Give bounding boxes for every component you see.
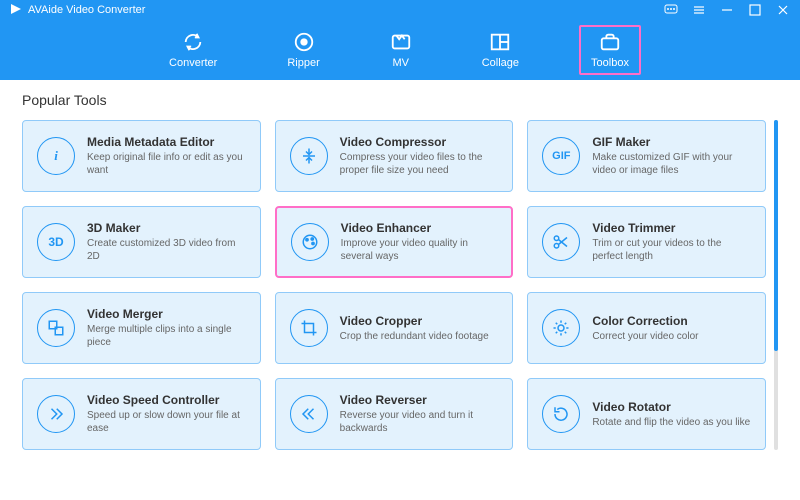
app-logo-icon (10, 3, 22, 18)
tool-card-video-merger[interactable]: Video Merger Merge multiple clips into a … (22, 292, 261, 364)
tab-label: Ripper (287, 57, 319, 69)
compress-icon (290, 137, 328, 175)
tool-desc: Reverse your video and turn it backwards (340, 409, 499, 435)
scrollbar[interactable] (774, 120, 778, 450)
tool-title: Video Trimmer (592, 221, 751, 235)
tool-card-video-enhancer[interactable]: Video Enhancer Improve your video quality… (275, 206, 514, 278)
tab-converter[interactable]: Converter (159, 27, 227, 73)
tool-title: Video Merger (87, 307, 246, 321)
tool-desc: Trim or cut your videos to the perfect l… (592, 237, 751, 263)
tool-desc: Improve your video quality in several wa… (341, 237, 498, 263)
tool-title: Color Correction (592, 314, 751, 328)
tool-title: 3D Maker (87, 221, 246, 235)
tab-collage[interactable]: Collage (472, 27, 529, 73)
minimize-icon[interactable] (720, 3, 734, 17)
tool-card-media-metadata-editor[interactable]: i Media Metadata Editor Keep original file… (22, 120, 261, 192)
tab-label: Collage (482, 57, 519, 69)
scissors-icon (542, 223, 580, 261)
feedback-icon[interactable] (664, 3, 678, 17)
tool-desc: Crop the redundant video footage (340, 330, 499, 343)
tool-card-color-correction[interactable]: Color Correction Correct your video color (527, 292, 766, 364)
tool-desc: Rotate and flip the video as you like (592, 416, 751, 429)
app-title: AVAide Video Converter (28, 4, 145, 16)
menu-icon[interactable] (692, 3, 706, 17)
tab-ripper[interactable]: Ripper (277, 27, 329, 73)
tool-title: Video Reverser (340, 393, 499, 407)
tool-desc: Merge multiple clips into a single piece (87, 323, 246, 349)
tool-card-video-compressor[interactable]: Video Compressor Compress your video file… (275, 120, 514, 192)
tool-title: Media Metadata Editor (87, 135, 246, 149)
tool-title: Video Compressor (340, 135, 499, 149)
rotate-icon (542, 395, 580, 433)
tool-desc: Speed up or slow down your file at ease (87, 409, 246, 435)
tool-card-3d-maker[interactable]: 3D 3D Maker Create customized 3D video fro… (22, 206, 261, 278)
tab-label: Toolbox (591, 57, 629, 69)
tool-desc: Create customized 3D video from 2D (87, 237, 246, 263)
merge-icon (37, 309, 75, 347)
tab-label: MV (392, 57, 409, 69)
tool-desc: Correct your video color (592, 330, 751, 343)
tool-title: Video Enhancer (341, 221, 498, 235)
tool-desc: Compress your video files to the proper … (340, 151, 499, 177)
tool-card-video-reverser[interactable]: Video Reverser Reverse your video and tur… (275, 378, 514, 450)
i-icon: i (37, 137, 75, 175)
3D-icon: 3D (37, 223, 75, 261)
speed-icon (37, 395, 75, 433)
tool-desc: Keep original file info or edit as you w… (87, 151, 246, 177)
tool-title: Video Speed Controller (87, 393, 246, 407)
tool-title: Video Cropper (340, 314, 499, 328)
tool-title: Video Rotator (592, 400, 751, 414)
close-icon[interactable] (776, 3, 790, 17)
tool-desc: Make customized GIF with your video or i… (592, 151, 751, 177)
tool-card-video-trimmer[interactable]: Video Trimmer Trim or cut your videos to … (527, 206, 766, 278)
tool-card-gif-maker[interactable]: GIF GIF Maker Make customized GIF with you… (527, 120, 766, 192)
tab-mv[interactable]: MV (380, 27, 422, 73)
palette-icon (291, 223, 329, 261)
tool-title: GIF Maker (592, 135, 751, 149)
section-title: Popular Tools (22, 92, 778, 108)
reverse-icon (290, 395, 328, 433)
crop-icon (290, 309, 328, 347)
scrollbar-thumb[interactable] (774, 120, 778, 351)
tab-toolbox[interactable]: Toolbox (579, 25, 641, 75)
tool-card-video-cropper[interactable]: Video Cropper Crop the redundant video fo… (275, 292, 514, 364)
GIF-icon: GIF (542, 137, 580, 175)
sun-icon (542, 309, 580, 347)
tab-label: Converter (169, 57, 217, 69)
tool-card-video-rotator[interactable]: Video Rotator Rotate and flip the video a… (527, 378, 766, 450)
maximize-icon[interactable] (748, 3, 762, 17)
tool-card-video-speed-controller[interactable]: Video Speed Controller Speed up or slow d… (22, 378, 261, 450)
